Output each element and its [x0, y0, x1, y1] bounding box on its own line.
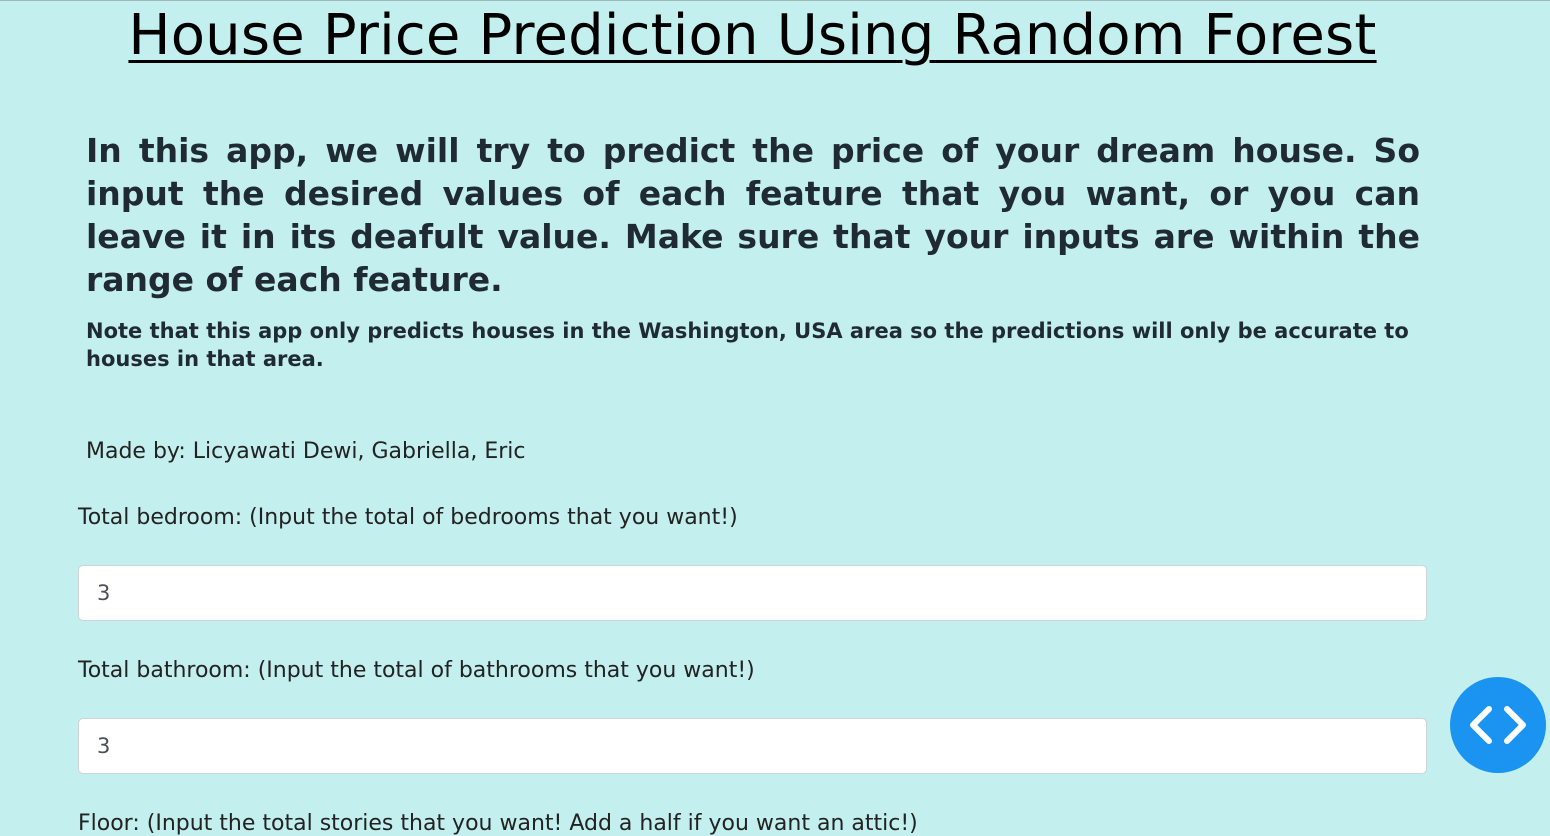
- credits-text: Made by: Licyawati Dewi, Gabriella, Eric: [86, 439, 526, 464]
- bathroom-label: Total bathroom: (Input the total of bath…: [78, 658, 755, 683]
- bedroom-input[interactable]: [78, 565, 1427, 621]
- page-title: House Price Prediction Using Random Fore…: [128, 3, 1377, 68]
- area-note: Note that this app only predicts houses …: [86, 319, 1409, 371]
- floor-label: Floor: (Input the total stories that you…: [78, 811, 918, 836]
- intro-text: In this app, we will try to predict the …: [86, 131, 1420, 299]
- code-view-button[interactable]: [1450, 677, 1546, 773]
- code-brackets-icon: [1470, 706, 1526, 744]
- bathroom-input[interactable]: [78, 718, 1427, 774]
- bedroom-label: Total bedroom: (Input the total of bedro…: [78, 505, 738, 530]
- app-page: House Price Prediction Using Random Fore…: [0, 0, 1550, 836]
